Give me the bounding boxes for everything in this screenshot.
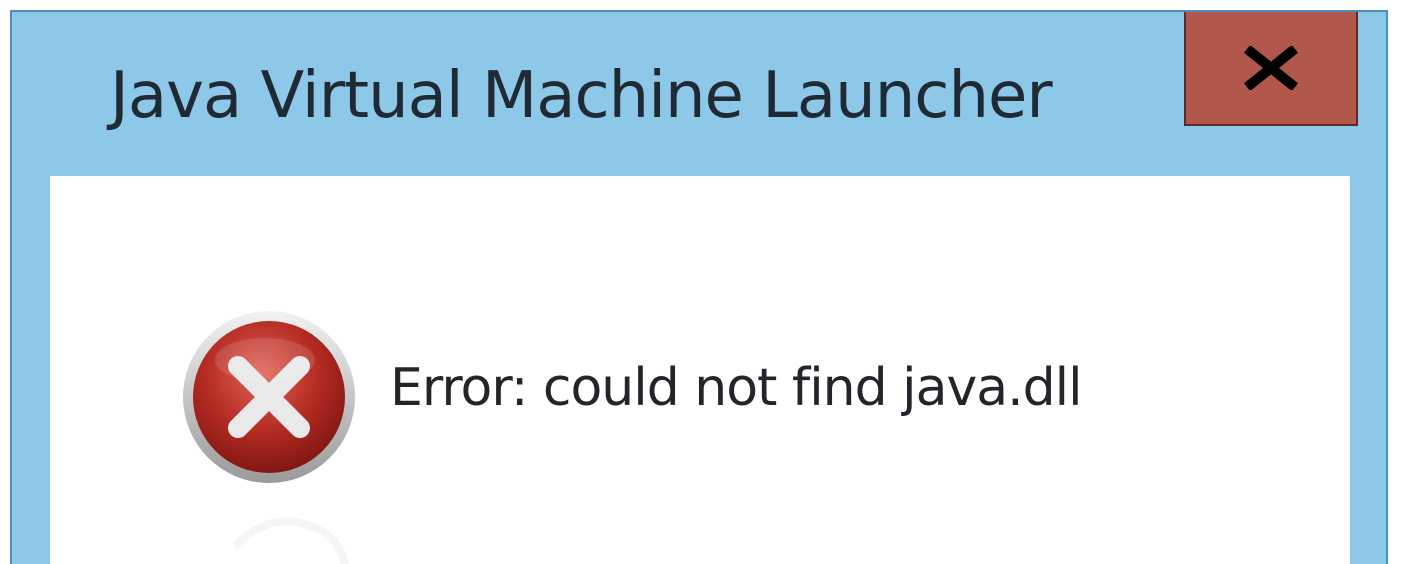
error-icon bbox=[183, 311, 355, 483]
dialog-content: Error: could not find java.dll bbox=[50, 176, 1350, 564]
window-edge bbox=[1388, 10, 1402, 564]
ghost-shape bbox=[232, 517, 349, 564]
close-icon bbox=[1243, 46, 1299, 90]
dialog-window: Java Virtual Machine Launcher Error: cou… bbox=[10, 10, 1388, 564]
screenshot: Java Virtual Machine Launcher Error: cou… bbox=[0, 0, 1402, 564]
error-message: Error: could not find java.dll bbox=[390, 358, 1083, 418]
window-title: Java Virtual Machine Launcher bbox=[110, 59, 1053, 133]
close-button[interactable] bbox=[1184, 12, 1358, 126]
